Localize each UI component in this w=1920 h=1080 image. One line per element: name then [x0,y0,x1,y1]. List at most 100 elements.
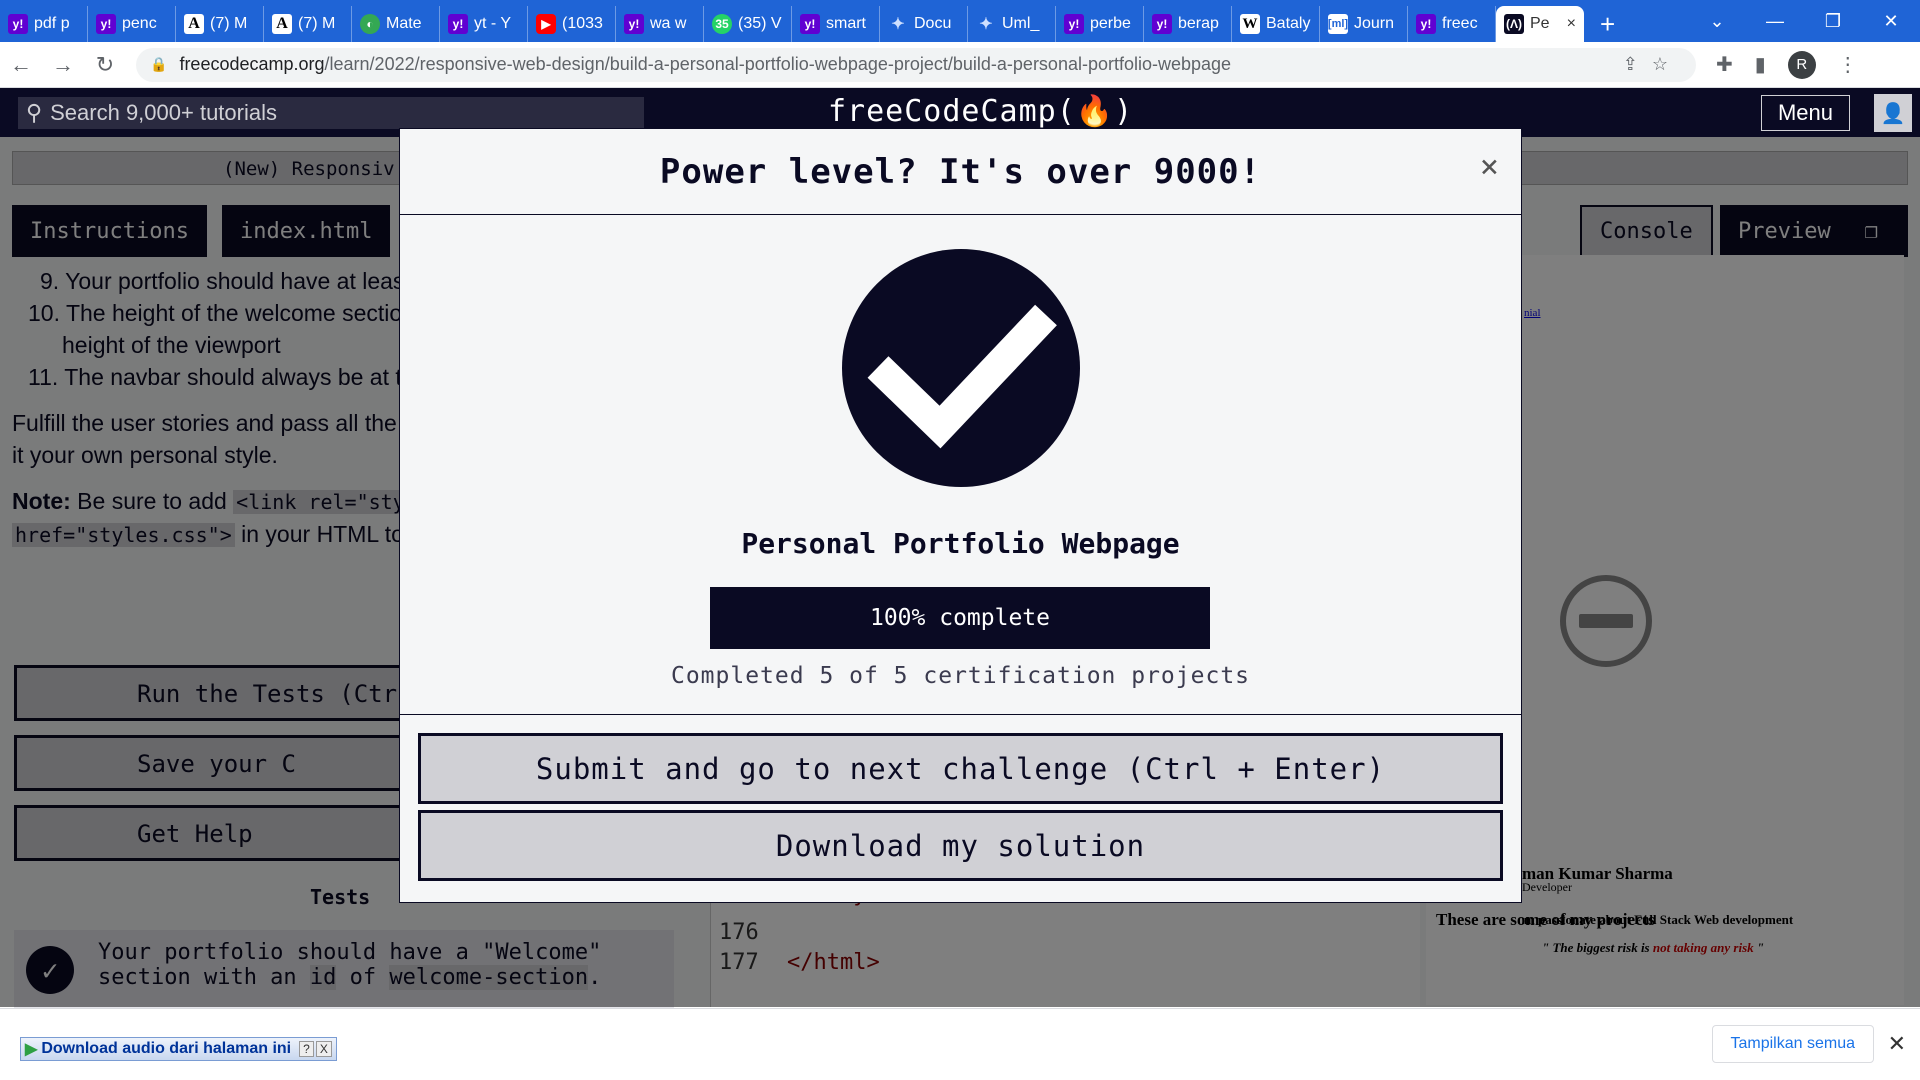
browser-tab-label: Mate [386,15,422,32]
close-tab-icon[interactable]: × [1567,15,1576,33]
modal-header: Power level? It's over 9000! × [400,129,1521,215]
new-tab-button[interactable]: + [1600,6,1615,42]
browser-tab[interactable]: 35 (35) V [704,6,792,42]
browser-tab[interactable]: ✦ Uml_ [968,6,1056,42]
yahoo-favicon-icon: y! [624,14,644,34]
a-favicon-icon: A [184,14,204,34]
progress-bar: 100% complete [710,587,1210,649]
completion-modal: Power level? It's over 9000! × Personal … [399,128,1522,903]
jrnl-favicon-icon: [ml] [1328,14,1348,34]
browser-tab-label: (35) V [738,15,782,32]
browser-tab-label: Bataly [1266,15,1311,32]
profile-avatar[interactable]: R [1787,50,1816,79]
close-window-button[interactable]: ✕ [1862,11,1920,32]
active-tab[interactable]: (Λ) Pe × [1496,6,1584,42]
url-field[interactable]: 🔒 freecodecamp.org/learn/2022/responsive… [136,47,1696,82]
w-favicon-icon: W [1240,14,1260,34]
minimize-button[interactable]: — [1746,11,1804,32]
yahoo-favicon-icon: y! [448,14,468,34]
browser-tab-label: Journ [1354,15,1395,32]
browser-tab[interactable]: ▶ (1033 [528,6,616,42]
browser-tab[interactable]: ✦ Docu [880,6,968,42]
browser-tab[interactable]: y! penc [88,6,176,42]
browser-tab-label: pdf p [34,15,70,32]
browser-tab[interactable]: ◐ Mate [352,6,440,42]
browser-tab-label: perbe [1090,15,1131,32]
yahoo-favicon-icon: y! [96,14,116,34]
browser-tab[interactable]: W Bataly [1232,6,1320,42]
browser-tab[interactable]: y! perbe [1056,6,1144,42]
browser-tab-label: yt - Y [474,15,512,32]
side-panel-icon[interactable]: ▮ [1755,52,1766,77]
fcc-logo[interactable]: freeCodeCamp(🔥) [828,94,1133,129]
checkmark-svg [867,304,1057,449]
progress-bar-fill: 100% complete [710,587,1210,649]
bookmark-star-icon[interactable]: ☆ [1652,54,1682,74]
browser-tab[interactable]: A (7) M [176,6,264,42]
wa-favicon-icon: 35 [712,14,732,34]
project-title: Personal Portfolio Webpage [741,527,1180,560]
browser-tab[interactable]: y! smart [792,6,880,42]
browser-tab[interactable]: [ml] Journ [1320,6,1408,42]
download-bar: ▶ Download audio dari halaman ini ? X Ta… [0,1008,1920,1080]
docs-favicon-icon: ✦ [891,16,905,33]
browser-tab-label: smart [826,15,866,32]
browser-tab[interactable]: y! freec [1408,6,1496,42]
search-input[interactable]: ⚲ Search 9,000+ tutorials [18,96,644,129]
browser-tab-label: (7) M [210,15,248,32]
browser-tab-label: Docu [914,15,952,32]
browser-tab-bar: y! pdf p y! penc A (7) M A (7) M ◐ Mate y! yt - Y ▶ (… [0,0,1920,42]
download-solution-button[interactable]: Download my solution [418,810,1503,881]
active-tab-label: Pe [1530,15,1550,32]
browser-tab-label: (1033 [562,15,603,32]
show-all-downloads-button[interactable]: Tampilkan semua [1711,1025,1874,1063]
restore-button[interactable]: ❐ [1804,11,1862,32]
browser-menu-kebab-icon[interactable]: ⋮ [1838,52,1858,77]
browser-tab-label: (7) M [298,15,336,32]
freecodecamp-favicon-icon: (Λ) [1504,14,1524,34]
tab-search-dropdown-icon[interactable]: ⌄ [1688,11,1746,32]
docs-favicon-icon: ✦ [979,16,993,33]
a-favicon-icon: A [272,14,292,34]
browser-tab-label: wa w [650,15,687,32]
browser-tab[interactable]: y! berap [1144,6,1232,42]
yahoo-favicon-icon: y! [1152,14,1172,34]
url-host: freecodecamp.org [179,54,325,74]
lock-icon[interactable]: 🔒 [150,56,167,73]
search-icon: ⚲ [26,99,43,125]
user-avatar-icon[interactable]: 👤 [1874,94,1912,132]
play-icon: ▶ [25,1041,38,1058]
address-bar-row: ← → ↻ 🔒 freecodecamp.org/learn/2022/resp… [0,42,1920,88]
close-icon[interactable]: × [1480,147,1499,185]
modal-footer: Submit and go to next challenge (Ctrl + … [400,715,1521,905]
progress-note: Completed 5 of 5 certification projects [670,663,1251,689]
browser-tab[interactable]: A (7) M [264,6,352,42]
modal-title: Power level? It's over 9000! [659,151,1262,192]
browser-tab-label: berap [1178,15,1219,32]
yt-favicon-icon: ▶ [536,14,556,34]
yahoo-favicon-icon: y! [1064,14,1084,34]
extensions-puzzle-icon[interactable]: ✚ [1716,52,1733,77]
url-path: /learn/2022/responsive-web-design/build-… [324,54,1232,74]
green-favicon-icon: ◐ [360,14,380,34]
dismiss-icon[interactable]: X [315,1041,332,1057]
share-icon[interactable]: ⇪ [1623,54,1652,74]
browser-tab[interactable]: y! pdf p [0,6,88,42]
browser-tab[interactable]: y! yt - Y [440,6,528,42]
back-arrow-icon[interactable]: ← [0,52,42,78]
menu-button[interactable]: Menu [1760,95,1850,131]
download-audio-label: Download audio dari halaman ini [41,1040,292,1057]
browser-tab[interactable]: y! wa w [616,6,704,42]
download-audio-item[interactable]: ▶ Download audio dari halaman ini ? X [20,1037,337,1061]
browser-tab-label: penc [122,15,157,32]
progress-label: 100% complete [869,605,1050,631]
help-icon[interactable]: ? [299,1041,314,1057]
search-placeholder: Search 9,000+ tutorials [50,99,277,125]
reload-icon[interactable]: ↻ [84,52,126,78]
yahoo-favicon-icon: y! [1416,14,1436,34]
modal-body: Personal Portfolio Webpage 100% complete… [400,215,1521,715]
browser-tab-label: Uml_ [1002,15,1040,32]
submit-next-challenge-button[interactable]: Submit and go to next challenge (Ctrl + … [418,733,1503,804]
forward-arrow-icon[interactable]: → [42,52,84,78]
close-download-bar-icon[interactable]: ✕ [1888,1031,1906,1057]
